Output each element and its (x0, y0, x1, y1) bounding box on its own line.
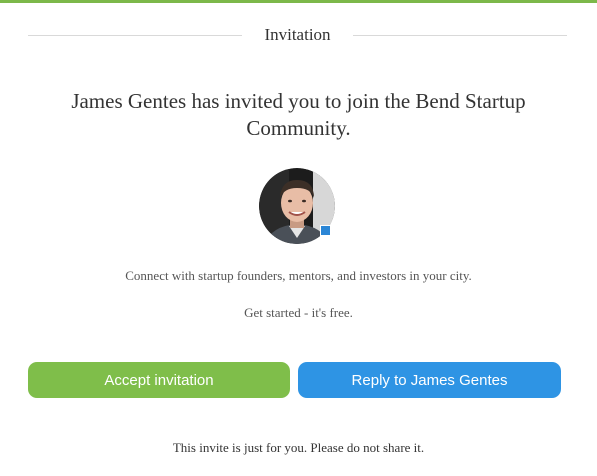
linkedin-badge-icon (320, 225, 331, 236)
header-rule-right (352, 34, 568, 36)
invite-description: Connect with startup founders, mentors, … (125, 268, 472, 283)
accept-invitation-button[interactable]: Accept invitation (28, 362, 290, 398)
header-rule-left (28, 34, 243, 36)
inviter-avatar (259, 168, 335, 244)
invite-headline: James Gentes has invited you to join the… (71, 89, 526, 140)
reply-to-inviter-button[interactable]: Reply to James Gentes (298, 362, 561, 398)
invitation-header: Invitation (28, 22, 568, 48)
invite-free-note: Get started - it's free. (244, 305, 353, 320)
footer-note: This invite is just for you. Please do n… (172, 440, 425, 455)
page-title: Invitation (264, 25, 331, 44)
top-accent-bar (0, 0, 597, 3)
